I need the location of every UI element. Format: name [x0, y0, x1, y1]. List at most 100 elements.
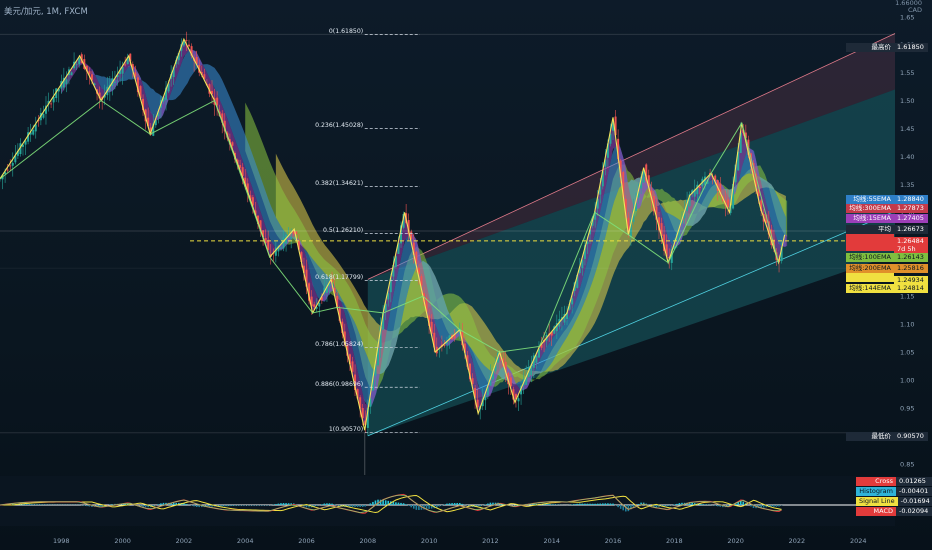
price-tag-value: 1.61850: [894, 43, 928, 52]
macd-tag-value: 0.01265: [896, 477, 932, 486]
macd-histogram-bar: [548, 504, 550, 505]
time-tick-label: 2000: [114, 537, 131, 545]
macd-histogram-bar: [678, 503, 681, 505]
macd-histogram-bar: [323, 503, 326, 505]
candle-body: [188, 44, 191, 47]
macd-histogram-bar: [252, 505, 254, 506]
macd-histogram-bar: [333, 504, 336, 505]
price-tick-label: 0.85: [900, 460, 914, 468]
macd-histogram-bar: [160, 503, 162, 505]
price-tag-value: 0.90570: [894, 432, 928, 441]
macd-histogram-bar: [395, 502, 397, 505]
macd-tag-label: Histogram: [856, 487, 896, 496]
macd-histogram-bar: [612, 503, 614, 505]
macd-histogram-bar: [591, 503, 594, 505]
macd-histogram-bar: [573, 504, 576, 505]
price-tag-value: 1.27873: [894, 204, 928, 213]
macd-histogram-bar: [331, 503, 333, 505]
macd-tag: Cross 0.01265: [856, 477, 932, 486]
price-tag-label: 均线:300EMA: [846, 204, 894, 213]
macd-histogram-bar: [778, 505, 780, 507]
price-tag-value: 1.28840: [894, 195, 928, 204]
macd-histogram-bar: [461, 503, 464, 505]
price-tag: 最低价 0.90570: [846, 432, 928, 441]
macd-histogram-bar: [364, 505, 367, 507]
macd-histogram-bar: [410, 505, 413, 508]
macd-histogram-bar: [773, 505, 775, 507]
macd-histogram-bar: [438, 505, 441, 507]
candle-body: [279, 247, 282, 249]
time-tick-label: 2018: [666, 537, 683, 545]
macd-histogram-bar: [195, 505, 198, 508]
macd-histogram-bar: [584, 503, 586, 505]
macd-histogram-bar: [407, 505, 410, 506]
macd-histogram-bar: [259, 505, 262, 506]
chart-root: 1.651.601.551.501.451.401.351.301.251.20…: [0, 0, 932, 550]
price-tag: 最高价 1.61850: [846, 43, 928, 52]
macd-histogram-bar: [277, 503, 280, 505]
macd-histogram-bar: [234, 505, 236, 506]
price-tag-label: 均线:15EMA: [846, 214, 894, 223]
macd-histogram-bar: [157, 504, 160, 505]
candle-body: [50, 103, 53, 105]
macd-histogram-bar: [619, 505, 622, 509]
macd-histogram-bar: [29, 504, 32, 505]
macd-histogram-bar: [550, 504, 553, 505]
price-tag-value: 1.27405: [894, 214, 928, 223]
macd-histogram-bar: [412, 505, 415, 509]
macd-histogram-bar: [589, 503, 591, 505]
macd-histogram-bar: [257, 505, 259, 506]
price-tag-value: 1.25816: [894, 264, 928, 273]
price-tag: 均线:300EMA 1.27873: [846, 204, 928, 213]
price-tag-label: 均线:100EMA: [846, 253, 894, 262]
macd-histogram-bar: [601, 503, 604, 505]
time-tick-label: 2016: [605, 537, 622, 545]
macd-histogram-bar: [185, 503, 188, 505]
macd-histogram-bar: [356, 505, 359, 507]
macd-histogram-bar: [190, 505, 193, 506]
macd-histogram-bar: [372, 501, 374, 505]
price-tag: 均线:100EMA 1.26143: [846, 253, 928, 262]
candle-body: [456, 329, 459, 331]
macd-histogram-bar: [691, 502, 693, 505]
macd-histogram-bar: [359, 505, 361, 507]
macd-histogram-bar: [451, 503, 453, 505]
macd-histogram-bar: [596, 503, 599, 505]
macd-histogram-bar: [24, 504, 27, 505]
price-tag: 1.24934: [846, 273, 928, 285]
price-tag-label: 平均: [846, 225, 894, 234]
candle-body: [267, 241, 270, 251]
price-tag-label: 最高价: [846, 43, 894, 52]
price-tick-label: 1.05: [900, 349, 914, 357]
fib-level-label: 0.382(1.34621): [315, 180, 363, 187]
macd-histogram-bar: [571, 504, 573, 505]
macd-histogram-bar: [326, 503, 328, 505]
price-tick-label: 0.95: [900, 404, 914, 412]
fib-level-label: 0.618(1.17799): [315, 274, 363, 281]
macd-histogram-bar: [665, 505, 668, 507]
price-chart[interactable]: 1.651.601.551.501.451.401.351.301.251.20…: [0, 0, 932, 550]
price-tag: 均线:15EMA 1.27405: [846, 214, 928, 223]
price-tag-value: 1.24814: [894, 284, 928, 293]
macd-histogram-bar: [236, 505, 239, 506]
macd-histogram-bar: [742, 501, 745, 505]
macd-tag-value: -0.00401: [896, 487, 932, 496]
symbol-title[interactable]: 美元/加元, 1M, FXCM: [4, 5, 88, 17]
price-tick-label: 1.40: [900, 153, 914, 161]
macd-histogram-bar: [246, 505, 249, 506]
macd-histogram-bar: [172, 502, 175, 505]
macd-histogram-bar: [275, 504, 277, 505]
price-tag-label: 均线:144EMA: [846, 284, 894, 293]
macd-histogram-bar: [479, 505, 481, 507]
macd-histogram-bar: [328, 503, 331, 505]
price-tick-label: 1.65: [900, 13, 914, 21]
fib-level-label: 0.786(1.05824): [315, 341, 363, 348]
price-tag-label: 均线:55EMA: [846, 195, 894, 204]
macd-histogram-bar: [594, 503, 596, 505]
price-tag: 均线:55EMA 1.28840: [846, 195, 928, 204]
price-tick-label: 1.15: [900, 293, 914, 301]
macd-histogram-bar: [231, 505, 234, 506]
time-tick-label: 2024: [850, 537, 867, 545]
macd-histogram-bar: [453, 503, 456, 505]
candle-body: [231, 142, 234, 146]
